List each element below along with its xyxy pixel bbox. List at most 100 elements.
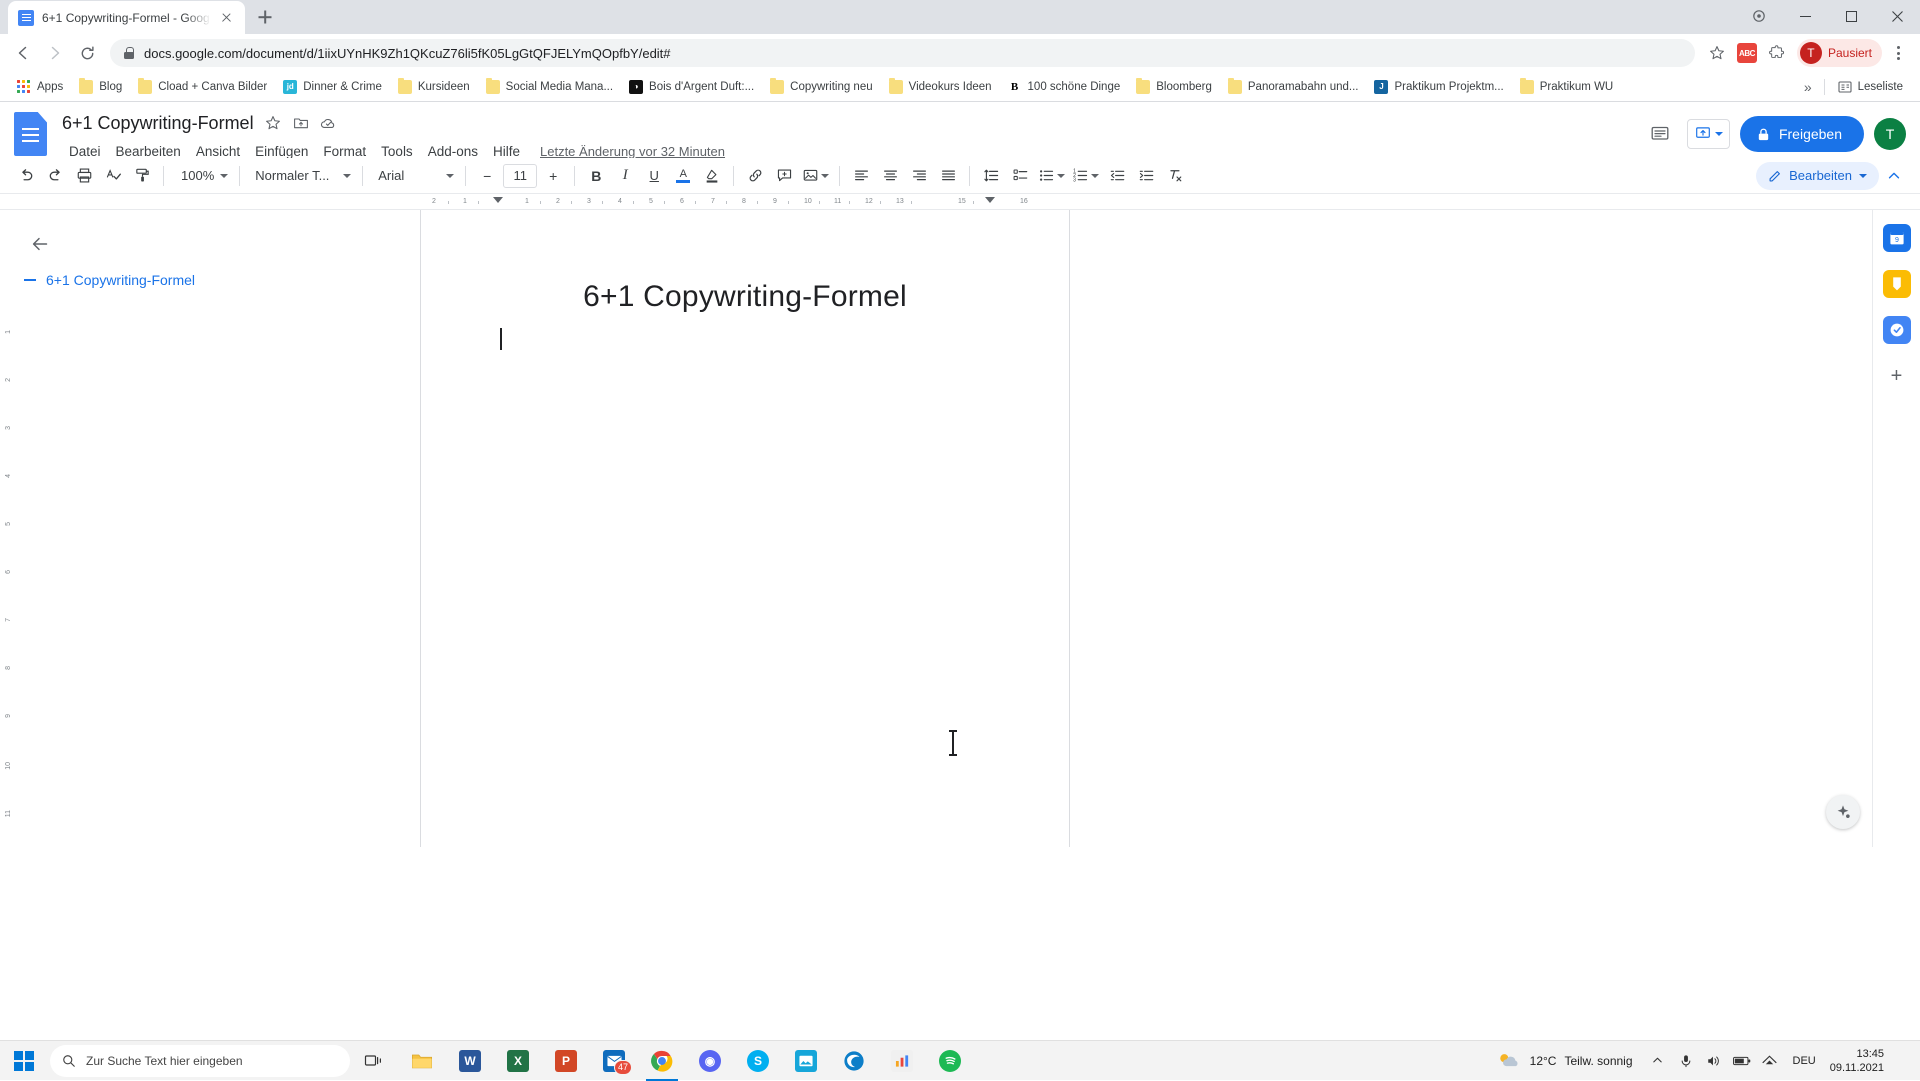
move-to-folder-icon[interactable] xyxy=(292,114,310,132)
taskbar-edge[interactable] xyxy=(830,1041,878,1081)
bookmark-copywriting-neu[interactable]: Copywriting neu xyxy=(763,76,879,98)
add-comment-icon[interactable] xyxy=(770,162,798,190)
start-button[interactable] xyxy=(0,1041,48,1081)
font-size-increase-button[interactable]: + xyxy=(539,162,567,190)
bookmark-kursideen[interactable]: Kursideen xyxy=(391,76,477,98)
extension-pin-icon[interactable] xyxy=(1736,0,1782,32)
weather-widget[interactable]: 12°C Teilw. sonnig xyxy=(1486,1041,1643,1081)
forward-icon[interactable] xyxy=(40,38,70,68)
bookmark-cload-canva-bilder[interactable]: Cload + Canva Bilder xyxy=(131,76,274,98)
taskbar-photos[interactable] xyxy=(782,1041,830,1081)
grammarly-extension-icon[interactable]: ABC xyxy=(1733,39,1761,67)
bookmark-praktikum-projektmanagement[interactable]: J Praktikum Projektm... xyxy=(1367,76,1510,98)
text-color-button[interactable]: A xyxy=(669,162,697,190)
insert-image-icon[interactable] xyxy=(799,162,832,190)
indent-increase-icon[interactable] xyxy=(1132,162,1160,190)
volume-icon[interactable] xyxy=(1701,1041,1727,1081)
keep-icon[interactable] xyxy=(1883,270,1911,298)
paint-format-icon[interactable] xyxy=(128,162,156,190)
taskbar-clock[interactable]: 13:45 09.11.2021 xyxy=(1826,1047,1894,1075)
taskbar-chrome[interactable] xyxy=(638,1041,686,1081)
checklist-icon[interactable] xyxy=(1006,162,1034,190)
bookmark-bois-dargent[interactable]: ◑ Bois d'Argent Duft:... xyxy=(622,76,761,98)
align-center-icon[interactable] xyxy=(876,162,904,190)
new-tab-button[interactable] xyxy=(251,3,279,31)
page-title[interactable]: 6+1 Copywriting-Formel xyxy=(62,113,254,134)
ruler-track[interactable]: 2 1 1 2 3 4 5 6 7 8 9 10 11 xyxy=(420,194,1070,210)
bookmark-praktikum-wu[interactable]: Praktikum WU xyxy=(1513,76,1620,98)
bookmark-star-icon[interactable] xyxy=(1703,39,1731,67)
align-left-icon[interactable] xyxy=(847,162,875,190)
underline-button[interactable]: U xyxy=(640,162,668,190)
numbered-list-icon[interactable]: 123 xyxy=(1069,162,1102,190)
taskbar-word[interactable]: W xyxy=(446,1041,494,1081)
taskbar-spotify[interactable] xyxy=(926,1041,974,1081)
outline-item[interactable]: 6+1 Copywriting-Formel xyxy=(18,272,420,288)
chrome-menu-icon[interactable] xyxy=(1884,39,1912,67)
language-indicator[interactable]: DEU xyxy=(1785,1055,1824,1067)
tray-overflow-icon[interactable] xyxy=(1645,1041,1671,1081)
bookmarks-overflow-icon[interactable]: » xyxy=(1798,77,1818,97)
task-view-button[interactable] xyxy=(350,1041,398,1081)
taskbar-skype[interactable]: S xyxy=(734,1041,782,1081)
italic-button[interactable]: I xyxy=(611,162,639,190)
indent-decrease-icon[interactable] xyxy=(1103,162,1131,190)
profile-chip[interactable]: T Pausiert xyxy=(1797,39,1882,67)
horizontal-ruler[interactable]: 2 1 1 2 3 4 5 6 7 8 9 10 11 xyxy=(0,194,1920,210)
bookmark-dinner-crime[interactable]: jd Dinner & Crime xyxy=(276,76,389,98)
taskbar-excel[interactable]: X xyxy=(494,1041,542,1081)
bookmark-bloomberg[interactable]: Bloomberg xyxy=(1129,76,1219,98)
paragraph-style-control[interactable]: Normaler T... xyxy=(247,163,355,189)
insert-link-icon[interactable] xyxy=(741,162,769,190)
font-size-input[interactable]: 11 xyxy=(503,164,537,188)
collapse-toolbar-icon[interactable] xyxy=(1880,162,1908,190)
address-bar[interactable]: docs.google.com/document/d/1iixUYnHK9Zh1… xyxy=(110,39,1695,67)
clear-formatting-icon[interactable] xyxy=(1161,162,1189,190)
taskbar-file-explorer[interactable] xyxy=(398,1041,446,1081)
zoom-control[interactable]: 100% xyxy=(171,163,232,189)
present-button[interactable] xyxy=(1687,119,1730,149)
redo-icon[interactable] xyxy=(41,162,69,190)
bookmark-100-schoene-dinge[interactable]: B 100 schöne Dinge xyxy=(1001,76,1128,98)
browser-tab[interactable]: 6+1 Copywriting-Formel - Goog xyxy=(8,1,245,34)
maximize-button[interactable] xyxy=(1828,0,1874,32)
bookmark-apps[interactable]: Apps xyxy=(10,76,70,98)
align-justify-icon[interactable] xyxy=(934,162,962,190)
bookmark-videokurs-ideen[interactable]: Videokurs Ideen xyxy=(882,76,999,98)
reload-icon[interactable] xyxy=(72,38,102,68)
microphone-icon[interactable] xyxy=(1673,1041,1699,1081)
explore-button[interactable] xyxy=(1826,795,1860,829)
reading-list-button[interactable]: Leseliste xyxy=(1831,76,1910,98)
battery-icon[interactable] xyxy=(1729,1041,1755,1081)
bold-button[interactable]: B xyxy=(582,162,610,190)
comment-history-icon[interactable] xyxy=(1643,117,1677,151)
print-icon[interactable] xyxy=(70,162,98,190)
first-line-indent-marker[interactable] xyxy=(493,197,503,203)
font-family-control[interactable]: Arial xyxy=(370,163,458,189)
extensions-puzzle-icon[interactable] xyxy=(1763,39,1791,67)
back-icon[interactable] xyxy=(8,38,38,68)
spellcheck-icon[interactable] xyxy=(99,162,127,190)
taskbar-powerpoint[interactable]: P xyxy=(542,1041,590,1081)
taskbar-mail[interactable]: 47 xyxy=(590,1041,638,1081)
last-edit-link[interactable]: Letzte Änderung vor 32 Minuten xyxy=(540,144,725,159)
network-icon[interactable] xyxy=(1757,1041,1783,1081)
close-window-button[interactable] xyxy=(1874,0,1920,32)
cloud-status-icon[interactable] xyxy=(320,114,338,132)
tasks-icon[interactable] xyxy=(1883,316,1911,344)
right-indent-marker[interactable] xyxy=(985,197,995,203)
highlight-color-button[interactable] xyxy=(698,162,726,190)
bookmark-social-media-management[interactable]: Social Media Mana... xyxy=(479,76,620,98)
line-spacing-icon[interactable] xyxy=(977,162,1005,190)
editing-mode-button[interactable]: Bearbeiten xyxy=(1756,162,1879,190)
taskbar-stats[interactable] xyxy=(878,1041,926,1081)
show-desktop-button[interactable] xyxy=(1896,1041,1914,1081)
calendar-icon[interactable]: 9 xyxy=(1883,224,1911,252)
align-right-icon[interactable] xyxy=(905,162,933,190)
minimize-button[interactable] xyxy=(1782,0,1828,32)
close-outline-icon[interactable] xyxy=(24,228,56,260)
bulleted-list-icon[interactable] xyxy=(1035,162,1068,190)
undo-icon[interactable] xyxy=(12,162,40,190)
document-page[interactable]: 6+1 Copywriting-Formel xyxy=(420,210,1070,847)
share-button[interactable]: Freigeben xyxy=(1740,116,1864,152)
